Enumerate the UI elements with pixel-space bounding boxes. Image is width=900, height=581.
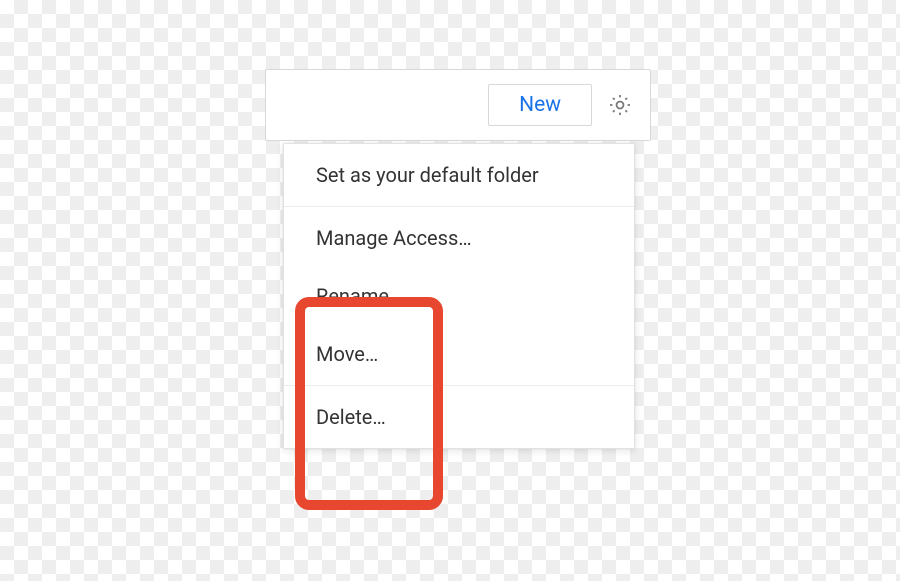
toolbar-panel: New — [265, 69, 651, 141]
menu-item-set-default[interactable]: Set as your default folder — [284, 144, 634, 206]
menu-item-rename[interactable]: Rename… — [284, 267, 634, 325]
menu-item-move[interactable]: Move… — [284, 325, 634, 385]
toolbar: New — [266, 70, 650, 140]
new-button[interactable]: New — [488, 84, 592, 126]
gear-icon[interactable] — [606, 91, 634, 119]
settings-dropdown: Set as your default folder Manage Access… — [283, 143, 635, 449]
menu-item-delete[interactable]: Delete… — [284, 386, 634, 448]
menu-item-manage-access[interactable]: Manage Access… — [284, 207, 634, 267]
